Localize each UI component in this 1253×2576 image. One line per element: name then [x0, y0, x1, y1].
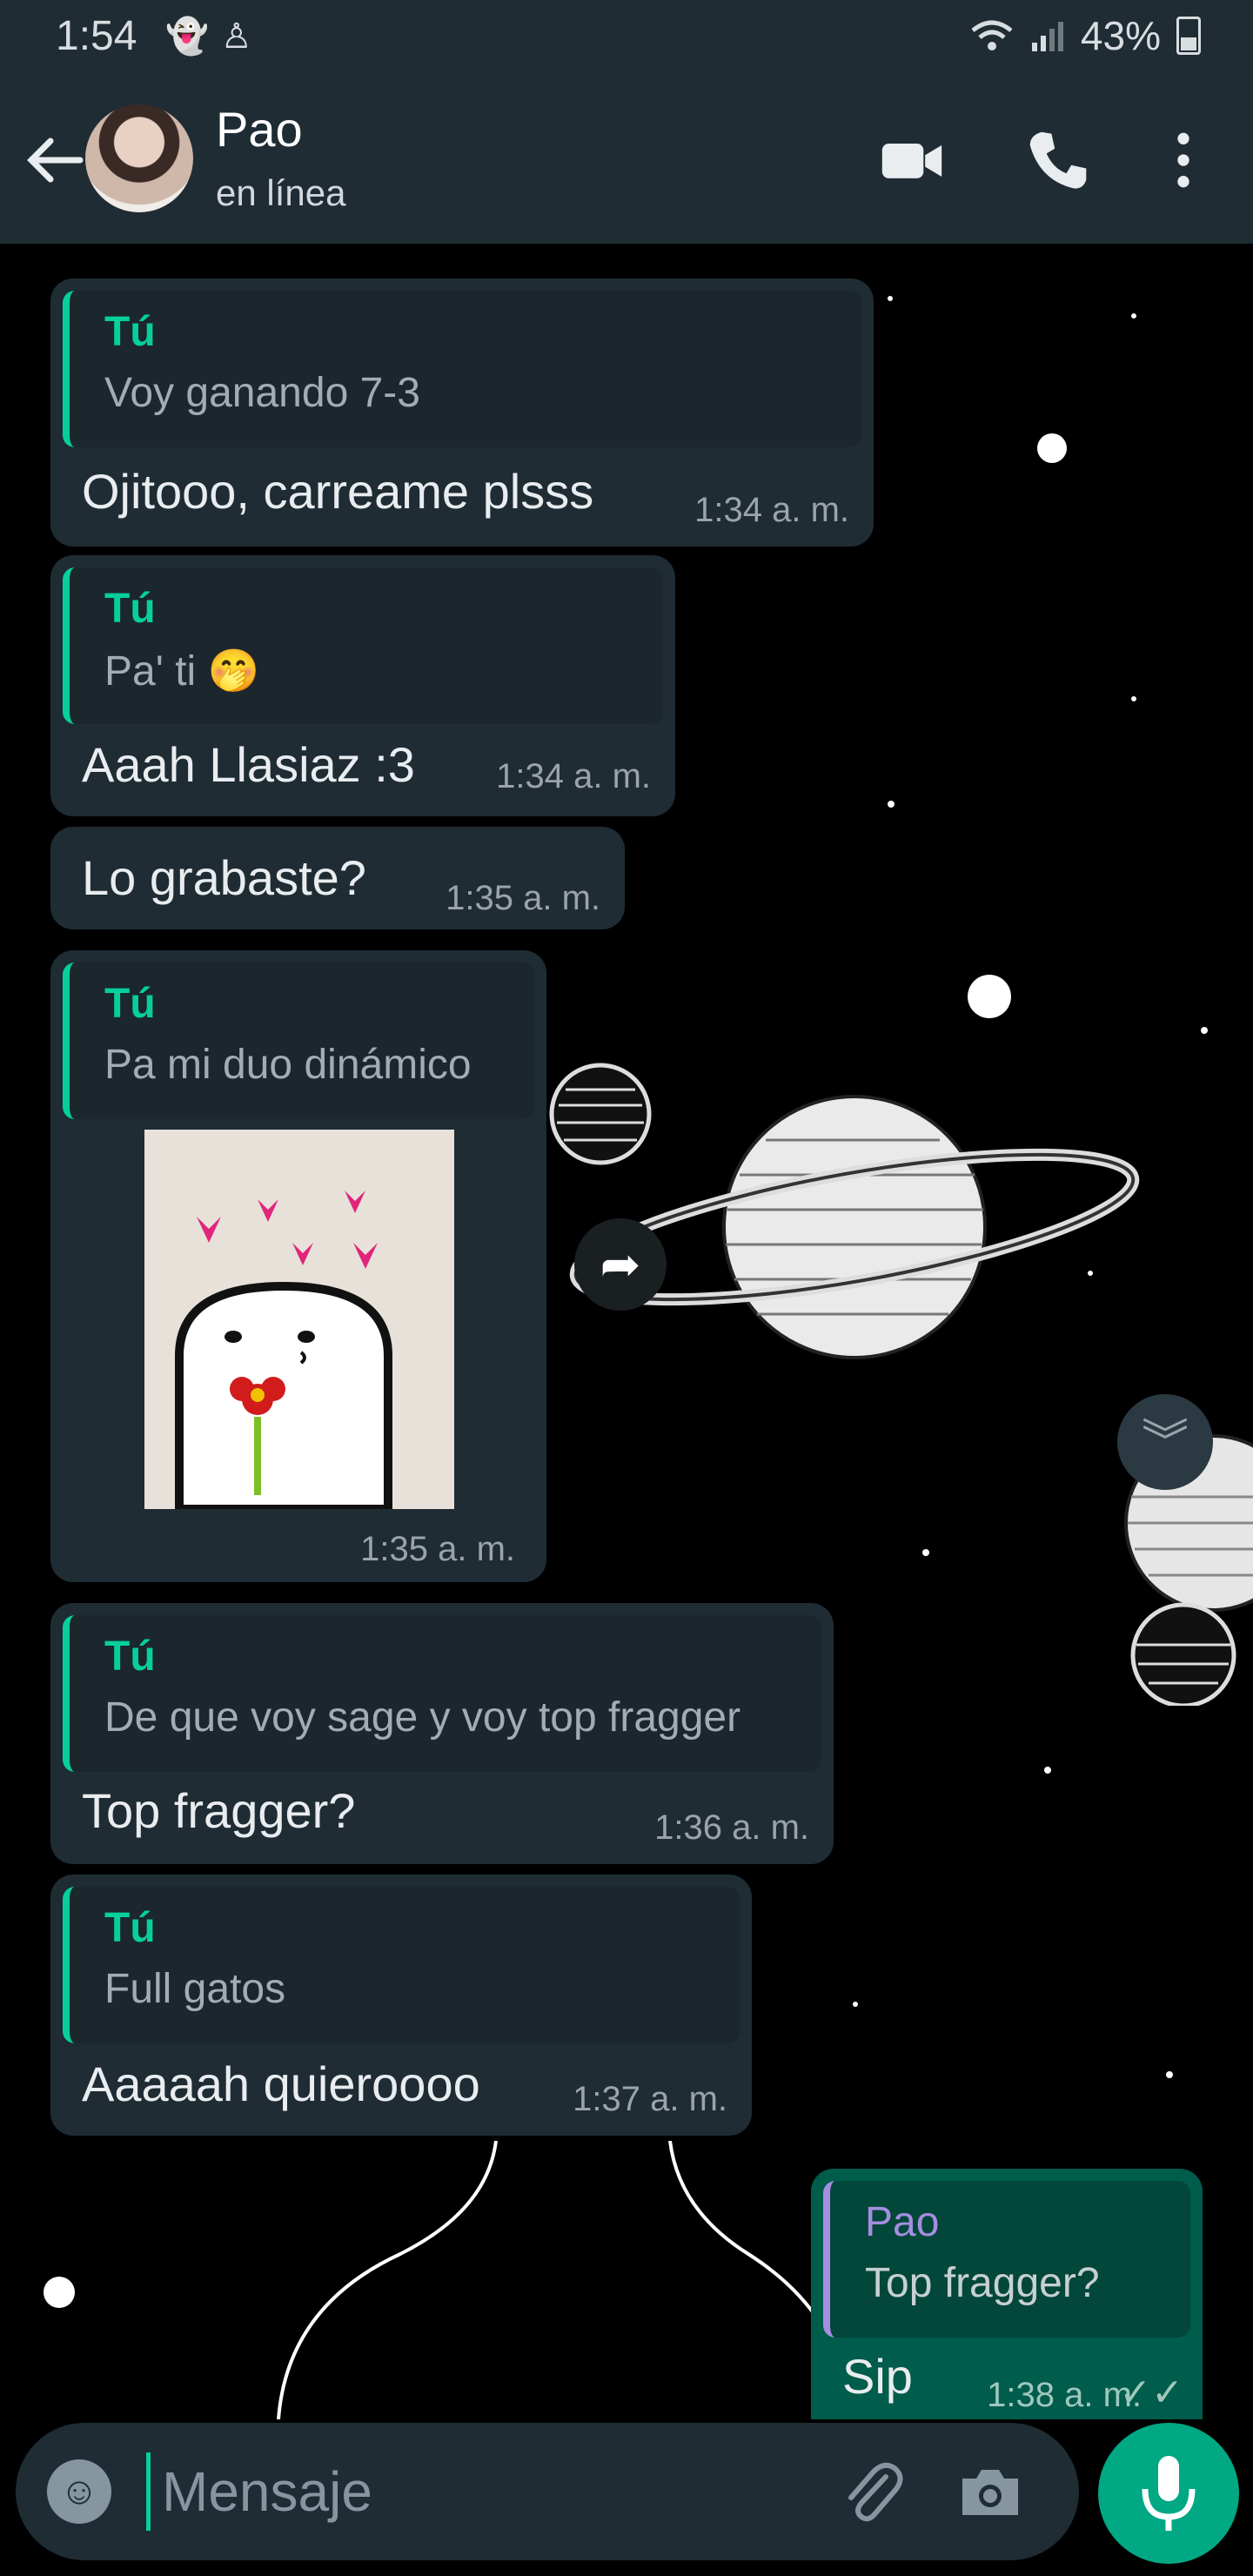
message-bubble-incoming[interactable]: Lo grabaste? 1:35 a. m.	[50, 827, 625, 929]
more-vert-icon[interactable]	[1150, 127, 1216, 193]
star	[1044, 1767, 1051, 1774]
quote-text: De que voy sage y voy top fragger	[104, 1694, 741, 1741]
text-cursor	[146, 2452, 151, 2531]
chat-area[interactable]: Tú Voy ganando 7-3 Ojitooo, carreame pls…	[0, 244, 1253, 2419]
microphone-icon[interactable]	[1098, 2423, 1239, 2564]
star	[922, 1549, 929, 1556]
flork-sticker[interactable]	[144, 1130, 454, 1513]
status-right: 43%	[969, 12, 1201, 59]
quoted-reply[interactable]: Tú Pa mi duo dinámico	[63, 963, 534, 1119]
quote-author: Tú	[104, 1905, 156, 1951]
star	[1201, 1027, 1208, 1034]
quote-author: Tú	[104, 586, 156, 632]
message-input[interactable]	[160, 2449, 807, 2534]
star	[888, 801, 895, 808]
star	[44, 2277, 75, 2308]
emoji-icon[interactable]: ☺	[47, 2459, 111, 2524]
contact-status: en línea	[216, 172, 346, 213]
message-bubble-outgoing[interactable]: Pao Top fragger? Sip 1:38 a. m. ✓✓	[811, 2169, 1203, 2419]
contact-name[interactable]: Pao	[216, 101, 303, 158]
lines-illustration	[277, 2141, 853, 2419]
quote-text: Pa' ti 🤭	[104, 648, 260, 694]
mic-glyph	[1142, 2456, 1196, 2531]
message-time: 1:37 a. m.	[573, 2080, 727, 2118]
phone-icon[interactable]	[1025, 127, 1091, 193]
chat-header: Pao en línea	[0, 73, 1253, 244]
quoted-reply[interactable]: Tú Pa' ti 🤭	[63, 567, 663, 724]
message-text: Top fragger?	[82, 1783, 356, 1838]
message-time: 1:34 a. m.	[496, 757, 651, 795]
star	[968, 975, 1011, 1018]
avatar[interactable]	[85, 104, 193, 212]
message-input-bar: ☺	[16, 2423, 1079, 2560]
quoted-reply[interactable]: Pao Top fragger?	[823, 2181, 1190, 2338]
battery-percent: 43%	[1080, 13, 1161, 58]
status-time: 1:54	[56, 13, 137, 59]
notification-icons: 👻♙	[165, 16, 265, 57]
quote-author: Pao	[865, 2199, 940, 2245]
message-bubble-incoming[interactable]: Tú Voy ganando 7-3 Ojitooo, carreame pls…	[50, 278, 874, 547]
message-bubble-incoming[interactable]: Tú Full gatos Aaaaah quieroooo 1:37 a. m…	[50, 1875, 752, 2136]
double-chevron-down-icon[interactable]: ︾	[1117, 1394, 1213, 1490]
message-time: 1:36 a. m.	[654, 1808, 809, 1847]
wifi-icon	[971, 20, 1013, 50]
video-call-icon[interactable]	[879, 127, 945, 193]
star	[1131, 313, 1136, 319]
quote-text: Top fragger?	[865, 2260, 1100, 2306]
message-text: Sip	[842, 2349, 913, 2404]
star	[888, 296, 893, 301]
message-text: Aaah Llasiaz :3	[82, 737, 415, 792]
battery-icon	[1176, 17, 1201, 55]
sticker-image	[175, 1191, 392, 1513]
message-bubble-incoming[interactable]: Tú De que voy sage y voy top fragger Top…	[50, 1603, 834, 1864]
message-bubble-incoming[interactable]: Tú Pa' ti 🤭 Aaah Llasiaz :3 1:34 a. m.	[50, 555, 675, 816]
star	[1131, 696, 1136, 701]
quoted-reply[interactable]: Tú Full gatos	[63, 1887, 740, 2043]
quote-author: Tú	[104, 1633, 156, 1680]
status-bar: 1:54 👻♙ 43%	[0, 0, 1253, 73]
camera-icon[interactable]	[955, 2458, 1025, 2527]
message-text: Lo grabaste?	[82, 850, 366, 905]
paperclip-icon[interactable]	[837, 2458, 907, 2527]
message-time: 1:35 a. m.	[446, 879, 600, 917]
message-text: Aaaaah quieroooo	[82, 2056, 480, 2111]
quote-text: Full gatos	[104, 1966, 286, 2012]
quote-text: Pa mi duo dinámico	[104, 1042, 472, 1088]
planet-illustration	[549, 1063, 1140, 1359]
message-time: 1:35 a. m.	[360, 1530, 515, 1568]
message-text: Ojitooo, carreame plsss	[82, 464, 594, 519]
quoted-reply[interactable]: Tú Voy ganando 7-3	[63, 291, 861, 447]
star	[1037, 433, 1067, 463]
message-bubble-incoming[interactable]: Tú Pa mi duo dinámico 1:35 a. m.	[50, 950, 546, 1582]
quote-author: Tú	[104, 981, 156, 1027]
quote-text: Voy ganando 7-3	[104, 370, 420, 416]
app-notification-icon: ♙	[220, 17, 265, 56]
star	[1166, 2071, 1173, 2078]
signal-icon	[1031, 22, 1063, 51]
forward-icon[interactable]: ➦	[574, 1218, 667, 1311]
message-time: 1:34 a. m.	[694, 491, 849, 529]
quote-author: Tú	[104, 309, 156, 355]
star	[853, 2002, 858, 2007]
snapchat-icon: 👻	[165, 17, 221, 56]
double-check-icon: ✓✓	[1119, 2371, 1183, 2414]
arrow-left-icon[interactable]	[19, 125, 89, 195]
quoted-reply[interactable]: Tú De que voy sage y voy top fragger	[63, 1615, 821, 1772]
